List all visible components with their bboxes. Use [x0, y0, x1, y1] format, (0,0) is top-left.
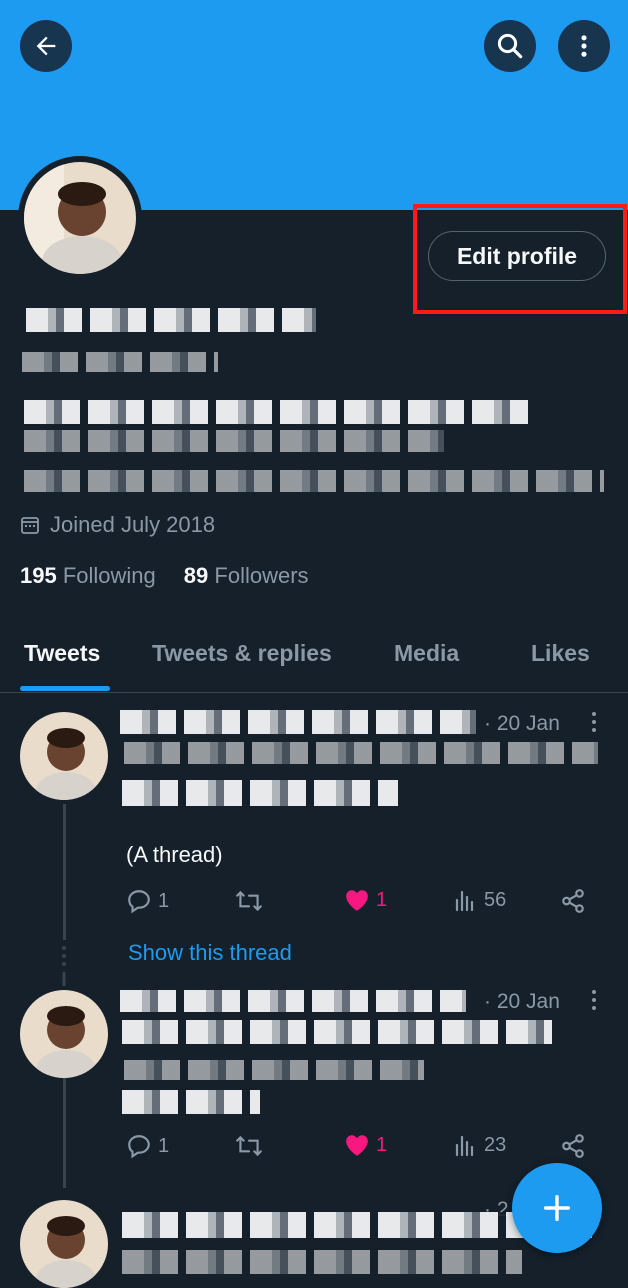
reply-button[interactable]: 1 — [126, 888, 169, 914]
tab-media[interactable]: Media — [394, 640, 459, 667]
tweet-avatar[interactable] — [20, 712, 108, 800]
reply-button[interactable]: 1 — [126, 1133, 169, 1159]
tweet-avatar[interactable] — [20, 990, 108, 1078]
tab-likes[interactable]: Likes — [531, 640, 590, 667]
reply-icon — [128, 890, 150, 914]
tweet-text: (A thread) — [126, 842, 223, 867]
more-vertical-icon — [581, 35, 587, 57]
highlight-annotation — [413, 204, 627, 314]
plus-icon — [543, 1194, 571, 1222]
tweet-date: · 20 Jan — [484, 990, 560, 1013]
heart-filled-icon — [346, 1135, 368, 1156]
retweet-button[interactable] — [234, 1133, 264, 1159]
followers-count: 89 — [183, 563, 209, 588]
arrow-left-icon — [36, 36, 56, 56]
avatar — [24, 162, 136, 274]
tweet-text-redacted — [122, 780, 398, 806]
following-link[interactable]: 195 Following — [20, 563, 156, 589]
retweet-button[interactable] — [234, 888, 264, 914]
share-button[interactable] — [560, 1133, 586, 1159]
followers-label: Followers — [214, 563, 309, 588]
reply-count: 1 — [158, 889, 170, 912]
tweet-more-icon[interactable] — [586, 988, 602, 1012]
tab-tweets[interactable]: Tweets — [24, 640, 100, 667]
tweet-author-redacted — [120, 990, 466, 1012]
thread-line — [63, 1078, 66, 1188]
display-name-redacted — [26, 308, 316, 332]
handle-redacted — [22, 352, 218, 372]
more-options-button[interactable] — [558, 20, 610, 72]
bio-line-redacted — [24, 400, 534, 424]
share-icon — [562, 1134, 584, 1158]
tweet-actions: 1 1 56 — [126, 888, 596, 922]
thread-connector-dots — [62, 946, 66, 986]
view-count: 23 — [484, 1133, 507, 1156]
heart-filled-icon — [346, 890, 368, 911]
share-button[interactable] — [560, 888, 586, 914]
like-button[interactable]: 1 — [344, 888, 387, 912]
profile-avatar[interactable] — [18, 156, 142, 280]
thread-line — [63, 804, 66, 940]
following-label: Following — [62, 563, 156, 588]
follow-stats: 195 Following 89 Followers — [20, 563, 309, 589]
analytics-icon — [455, 1135, 474, 1157]
tweet-avatar[interactable] — [20, 1200, 108, 1288]
like-button[interactable]: 1 — [344, 1133, 387, 1157]
views-button[interactable]: 23 — [454, 1133, 506, 1157]
joined-date: Joined July 2018 — [20, 512, 215, 538]
tweet-author-redacted — [120, 710, 476, 734]
tab-tweets-replies[interactable]: Tweets & replies — [152, 640, 332, 667]
joined-label: Joined July 2018 — [50, 512, 216, 537]
calendar-icon — [21, 517, 39, 534]
like-count: 1 — [376, 1133, 388, 1156]
followers-link[interactable]: 89 Followers — [184, 563, 309, 589]
bio-line-redacted — [24, 430, 444, 452]
retweet-icon — [236, 890, 262, 912]
views-button[interactable]: 56 — [454, 888, 506, 912]
tweet-date: · 20 Jan — [484, 712, 560, 735]
reply-count: 1 — [158, 1134, 170, 1157]
bio-line-redacted — [24, 470, 604, 492]
like-count: 1 — [376, 888, 388, 911]
tweet-text-redacted — [124, 742, 598, 764]
tweet-actions: 1 1 23 — [126, 1133, 596, 1167]
back-button[interactable] — [20, 20, 72, 72]
following-count: 195 — [20, 563, 57, 588]
compose-tweet-button[interactable] — [512, 1163, 602, 1253]
share-icon — [562, 889, 584, 913]
tweet-text-redacted — [122, 1250, 522, 1274]
tab-indicator — [20, 686, 110, 691]
view-count: 56 — [484, 888, 507, 911]
tweet-text-redacted — [122, 1090, 260, 1114]
analytics-icon — [455, 890, 474, 912]
search-icon — [497, 33, 523, 59]
search-button[interactable] — [484, 20, 536, 72]
tweet-text-redacted — [124, 1060, 424, 1080]
profile-tabs: Tweets Tweets & replies Media Likes — [0, 624, 628, 693]
tweet-text-redacted — [122, 1020, 552, 1044]
reply-icon — [128, 1135, 150, 1159]
show-thread-link[interactable]: Show this thread — [128, 940, 292, 966]
retweet-icon — [236, 1135, 262, 1157]
tweet-more-icon[interactable] — [586, 710, 602, 734]
